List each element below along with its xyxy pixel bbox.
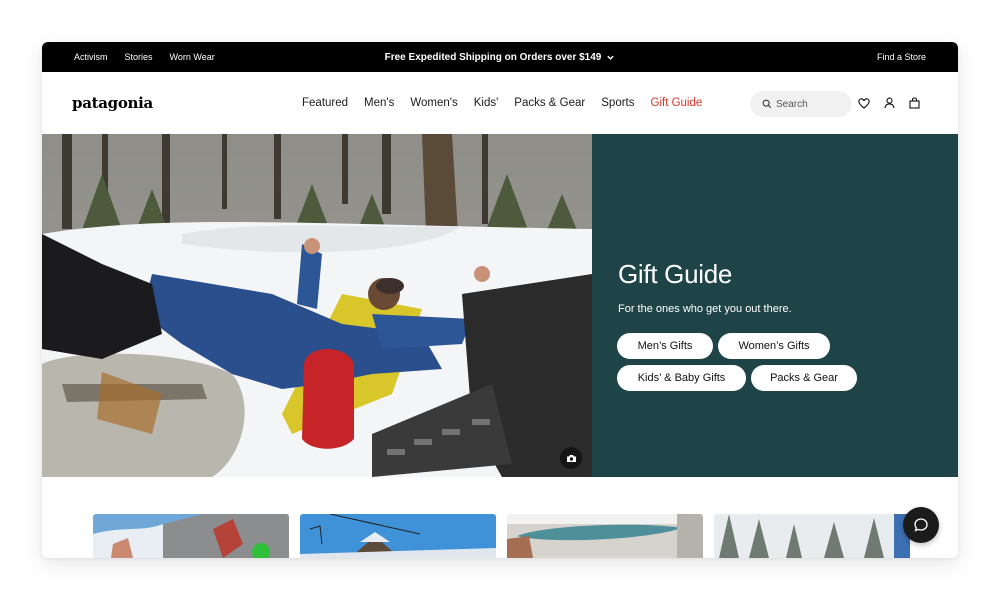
gift-guide-panel: Gift Guide For the ones who get you out … bbox=[592, 134, 958, 477]
nav-gift-guide[interactable]: Gift Guide bbox=[651, 97, 703, 109]
product-card-image[interactable] bbox=[507, 514, 703, 558]
browser-page: Activism Stories Worn Wear Free Expedite… bbox=[42, 42, 958, 558]
hero-subtitle: For the ones who get you out there. bbox=[618, 303, 792, 315]
search-input[interactable]: Search bbox=[750, 91, 852, 117]
nav-sports[interactable]: Sports bbox=[601, 97, 634, 109]
patagonia-logo[interactable]: patagonia bbox=[72, 94, 153, 112]
search-icon bbox=[762, 99, 772, 109]
bag-icon[interactable] bbox=[906, 95, 922, 111]
nav-kids[interactable]: Kids' bbox=[474, 97, 499, 109]
nav-featured[interactable]: Featured bbox=[302, 97, 348, 109]
shipping-promo-text: Free Expedited Shipping on Orders over $… bbox=[384, 51, 602, 63]
search-placeholder: Search bbox=[776, 98, 808, 110]
mens-gifts-button[interactable]: Men’s Gifts bbox=[617, 333, 713, 359]
product-card-image[interactable] bbox=[93, 514, 289, 558]
heart-icon[interactable] bbox=[856, 95, 872, 111]
chat-button[interactable] bbox=[903, 507, 939, 543]
nav-womens[interactable]: Women's bbox=[410, 97, 457, 109]
photo-credit-button[interactable] bbox=[560, 447, 582, 469]
top-utility-bar: Activism Stories Worn Wear Free Expedite… bbox=[42, 42, 958, 72]
account-icon[interactable] bbox=[881, 95, 897, 111]
packs-gear-button[interactable]: Packs & Gear bbox=[751, 365, 857, 391]
nav-mens[interactable]: Men's bbox=[364, 97, 394, 109]
chat-bubble-icon bbox=[914, 518, 928, 532]
womens-gifts-button[interactable]: Women’s Gifts bbox=[718, 333, 830, 359]
worn-wear-link[interactable]: Worn Wear bbox=[170, 52, 215, 62]
hero-image bbox=[42, 134, 592, 477]
product-card-image[interactable] bbox=[300, 514, 496, 558]
find-a-store-link[interactable]: Find a Store bbox=[877, 42, 926, 72]
main-nav: Featured Men's Women's Kids' Packs & Gea… bbox=[302, 72, 718, 134]
activism-link[interactable]: Activism bbox=[74, 52, 108, 62]
kids-baby-gifts-button[interactable]: Kids’ & Baby Gifts bbox=[617, 365, 746, 391]
product-card-image[interactable] bbox=[714, 514, 910, 558]
snow-forest-photo bbox=[42, 134, 592, 477]
chevron-down-icon bbox=[607, 55, 615, 60]
hero-title: Gift Guide bbox=[618, 259, 733, 289]
site-header: patagonia Featured Men's Women's Kids' P… bbox=[42, 72, 958, 134]
camera-icon bbox=[566, 454, 576, 462]
utility-links: Activism Stories Worn Wear bbox=[74, 42, 232, 72]
shipping-promo[interactable]: Free Expedited Shipping on Orders over $… bbox=[385, 52, 616, 63]
stories-link[interactable]: Stories bbox=[125, 52, 153, 62]
nav-packs-gear[interactable]: Packs & Gear bbox=[514, 97, 585, 109]
